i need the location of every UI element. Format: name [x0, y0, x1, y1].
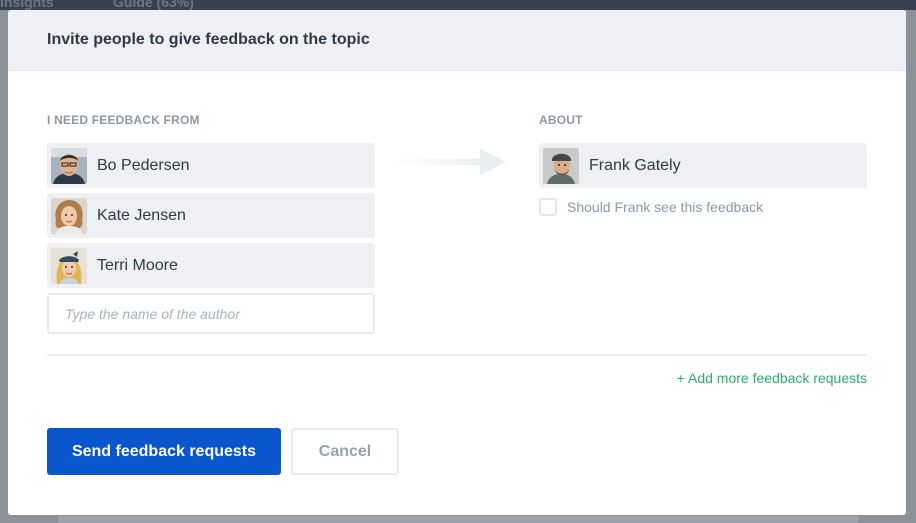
divider [47, 354, 867, 356]
background-content [58, 516, 858, 523]
invite-feedback-modal: Invite people to give feedback on the to… [8, 10, 906, 515]
author-name: Terri Moore [97, 256, 178, 274]
author-item-kate-jensen[interactable]: Kate Jensen [47, 193, 375, 238]
about-label: ABOUT [539, 113, 583, 127]
modal-title: Invite people to give feedback on the to… [47, 31, 370, 48]
author-item-terri-moore[interactable]: Terri Moore [47, 243, 375, 288]
feedback-from-label: I NEED FEEDBACK FROM [47, 113, 200, 127]
send-feedback-requests-button[interactable]: Send feedback requests [47, 428, 281, 475]
background-tab-guide: Guide (63%) [113, 0, 194, 10]
arrow-right-icon [390, 149, 506, 175]
see-feedback-option[interactable]: Should Frank see this feedback [539, 198, 763, 216]
see-feedback-label: Should Frank see this feedback [567, 199, 764, 215]
background-tab-insights: Insights [0, 0, 54, 10]
avatar [543, 147, 579, 184]
avatar [51, 147, 87, 184]
author-search-input[interactable] [47, 293, 375, 334]
add-more-requests-link[interactable]: + Add more feedback requests [677, 370, 867, 386]
avatar [51, 247, 87, 284]
author-name: Kate Jensen [97, 206, 186, 224]
about-person-name: Frank Gately [589, 156, 681, 174]
author-item-bo-pedersen[interactable]: Bo Pedersen [47, 143, 375, 188]
cancel-button[interactable]: Cancel [291, 428, 399, 475]
see-feedback-checkbox[interactable] [539, 198, 557, 216]
avatar [51, 197, 87, 234]
modal-header: Invite people to give feedback on the to… [8, 10, 906, 71]
author-name: Bo Pedersen [97, 156, 190, 174]
about-person-frank-gately[interactable]: Frank Gately [539, 143, 867, 188]
background-top-nav: Insights Guide (63%) [0, 0, 916, 10]
